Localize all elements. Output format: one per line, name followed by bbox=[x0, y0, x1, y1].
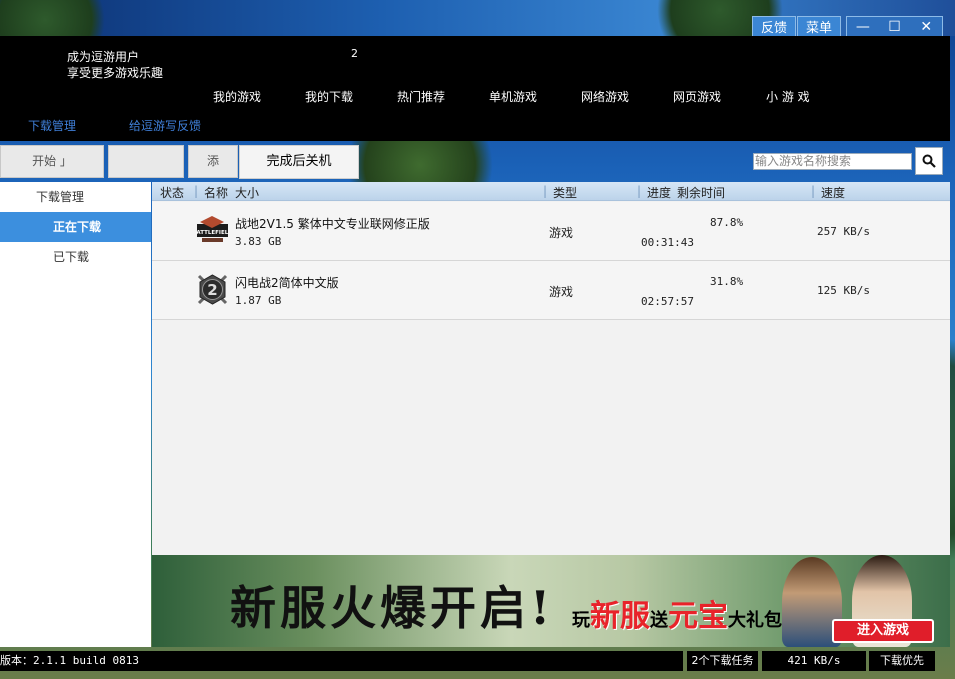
column-header: 状态 | 名称 大小 | 类型 | 进度 剩余时间 | 速度 bbox=[152, 182, 950, 201]
download-speed: 257 KB/s bbox=[817, 225, 870, 238]
remaining-time: 00:31:43 bbox=[641, 236, 694, 249]
nav-hot[interactable]: 热门推荐 bbox=[397, 88, 445, 105]
blitzkrieg-icon: 2 bbox=[197, 274, 228, 305]
register-prompt[interactable]: 成为逗游用户 bbox=[67, 48, 139, 65]
table-row[interactable]: BATTLEFIELD 战地2V1.5 繁体中文专业联网修正版 3.83 GB … bbox=[152, 202, 950, 261]
banner-slogan: 新服火爆开启! bbox=[230, 581, 555, 635]
shutdown-after-complete-button[interactable]: 完成后关机 bbox=[239, 145, 359, 179]
col-status[interactable]: 状态 bbox=[160, 184, 184, 201]
game-type: 游戏 bbox=[549, 285, 574, 299]
search-icon bbox=[922, 154, 936, 168]
table-row[interactable]: 2 闪电战2简体中文版 1.87 GB 游戏 31.8% 02:57:57 12… bbox=[152, 261, 950, 320]
sidebar-title[interactable]: 下载管理 bbox=[0, 182, 151, 212]
col-remaining[interactable]: 剩余时间 bbox=[677, 184, 725, 201]
col-name[interactable]: 名称 bbox=[204, 184, 228, 201]
subnav-feedback[interactable]: 给逗游写反馈 bbox=[129, 117, 201, 134]
download-priority-toggle[interactable]: 下载优先 bbox=[869, 651, 935, 671]
sidebar-item-downloading[interactable]: 正在下载 bbox=[0, 212, 151, 242]
remaining-time: 02:57:57 bbox=[641, 295, 694, 308]
svg-text:BATTLEFIELD: BATTLEFIELD bbox=[196, 230, 229, 236]
ad-banner[interactable]: 新服火爆开启! 玩新服送元宝大礼包 进入游戏 bbox=[152, 555, 950, 647]
search-button[interactable] bbox=[915, 147, 943, 175]
nav-online[interactable]: 网络游戏 bbox=[581, 88, 629, 105]
game-size: 3.83 GB bbox=[235, 235, 282, 248]
game-size: 1.87 GB bbox=[235, 294, 282, 307]
status-bar: 版本：2.1.1 build 0813 2个下载任务 421 KB/s 下载优先 bbox=[0, 651, 955, 671]
enter-game-button[interactable]: 进入游戏 bbox=[832, 619, 934, 643]
download-list: 状态 | 名称 大小 | 类型 | 进度 剩余时间 | 速度 BATTLEFIE… bbox=[152, 182, 950, 555]
version-label: 版本：2.1.1 build 0813 bbox=[0, 651, 683, 671]
game-type: 游戏 bbox=[549, 226, 574, 240]
pause-button[interactable] bbox=[108, 145, 184, 178]
download-speed: 125 KB/s bbox=[817, 284, 870, 297]
register-subtext: 享受更多游戏乐趣 bbox=[67, 66, 164, 80]
minimize-icon[interactable]: — bbox=[847, 17, 879, 38]
progress-percent: 87.8% bbox=[710, 216, 744, 229]
nav-mini[interactable]: 小 游 戏 bbox=[766, 88, 810, 105]
close-icon[interactable]: ✕ bbox=[910, 17, 942, 38]
battlefield-icon: BATTLEFIELD bbox=[196, 216, 229, 242]
maximize-icon[interactable]: ☐ bbox=[879, 17, 911, 38]
game-name: 闪电战2简体中文版 bbox=[235, 276, 339, 290]
progress-percent: 31.8% bbox=[710, 275, 744, 288]
nav-my-downloads[interactable]: 我的下载 bbox=[305, 88, 353, 105]
col-speed[interactable]: 速度 bbox=[821, 184, 845, 201]
svg-text:2: 2 bbox=[207, 281, 217, 299]
col-progress[interactable]: 进度 bbox=[647, 184, 671, 201]
start-button[interactable]: 开始 」 bbox=[0, 145, 104, 178]
banner-promo: 玩新服送元宝大礼包 bbox=[572, 599, 782, 634]
add-button[interactable]: 添 bbox=[188, 145, 238, 178]
total-speed: 421 KB/s bbox=[762, 651, 866, 671]
app-header: 成为逗游用户 享受更多游戏乐趣 2 我的游戏 我的下载 热门推荐 单机游戏 网络… bbox=[0, 36, 950, 141]
subnav-download-manager[interactable]: 下载管理 bbox=[28, 117, 76, 134]
nav-web[interactable]: 网页游戏 bbox=[673, 88, 721, 105]
notification-count: 2 bbox=[351, 47, 358, 60]
nav-my-games[interactable]: 我的游戏 bbox=[213, 88, 261, 105]
task-count: 2个下载任务 bbox=[687, 651, 758, 671]
search-input[interactable]: 输入游戏名称搜索 bbox=[753, 153, 912, 170]
col-size[interactable]: 大小 bbox=[235, 184, 259, 201]
nav-single-player[interactable]: 单机游戏 bbox=[489, 88, 537, 105]
sidebar-item-downloaded[interactable]: 已下载 bbox=[0, 242, 151, 272]
game-name: 战地2V1.5 繁体中文专业联网修正版 bbox=[235, 217, 430, 231]
col-type[interactable]: 类型 bbox=[553, 184, 577, 201]
sidebar: 下载管理 正在下载 已下载 bbox=[0, 182, 151, 647]
